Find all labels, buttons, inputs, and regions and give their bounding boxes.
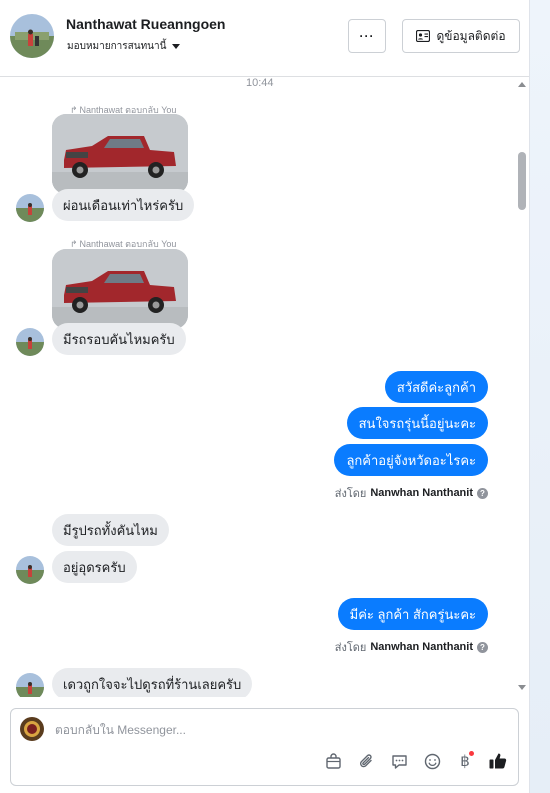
sent-by-line: ส่งโดย Nanwhan Nanthanit ? — [335, 638, 488, 656]
incoming-message[interactable]: มีรูปรถทั้งคันไหม — [52, 514, 169, 546]
message-composer: ฿ — [10, 708, 519, 786]
baht-icon[interactable]: ฿ — [455, 751, 475, 771]
outgoing-message[interactable]: สวัสดีค่ะลูกค้า — [384, 371, 488, 403]
outgoing-message[interactable]: ลูกค้าอยู่จังหวัดอะไรคะ — [334, 444, 488, 476]
sent-by-line: ส่งโดย Nanwhan Nanthanit ? — [335, 484, 488, 502]
reply-input[interactable] — [55, 720, 475, 740]
composer-toolbar: ฿ — [323, 751, 508, 771]
timestamp: 10:44 — [246, 77, 274, 89]
incoming-message[interactable]: อยู่อุดรครับ — [52, 551, 137, 583]
message-thread[interactable]: 10:44 ↱ Nanthawat ตอบกลับ You ผ่อนเดือนเ… — [0, 77, 529, 697]
sent-by-label: ส่งโดย — [334, 642, 367, 654]
view-contact-button[interactable]: ดูข้อมูลติดต่อ — [402, 19, 520, 53]
sender-avatar[interactable] — [16, 556, 44, 584]
reply-arrow-icon: ↱ — [70, 238, 78, 249]
contact-card-icon — [416, 30, 431, 42]
help-icon[interactable]: ? — [477, 641, 488, 653]
paperclip-icon[interactable] — [356, 751, 376, 771]
scroll-up-arrow-icon[interactable] — [518, 82, 526, 87]
contact-avatar[interactable] — [10, 14, 54, 58]
incoming-message[interactable]: มีรถรอบคันไหมครับ — [52, 323, 186, 355]
sender-avatar[interactable] — [16, 194, 44, 222]
sent-by-name: Nanwhan Nanthanit — [370, 641, 473, 653]
sender-avatar[interactable] — [16, 673, 44, 697]
caret-down-icon — [172, 44, 181, 49]
outgoing-message[interactable]: สนใจรถรุ่นนี้อยู่นะคะ — [346, 407, 488, 439]
outgoing-message[interactable]: มีค่ะ ลูกค้า สักครู่นะคะ — [337, 598, 488, 630]
conversation-header: Nanthawat Rueanngoen มอบหมายการสนทนานี้ … — [0, 0, 529, 77]
incoming-message[interactable]: ผ่อนเดือนเท่าไหร่ครับ — [52, 189, 195, 221]
sent-by-name: Nanwhan Nanthanit — [370, 487, 473, 499]
assign-label: มอบหมายการสนทนานี้ — [67, 41, 167, 52]
assign-conversation-dropdown[interactable]: มอบหมายการสนทนานี้ — [67, 39, 181, 54]
thread-scrollbar[interactable] — [515, 77, 529, 697]
scroll-down-arrow-icon[interactable] — [518, 685, 526, 690]
more-options-button[interactable]: ··· — [348, 19, 386, 53]
help-icon[interactable]: ? — [477, 487, 488, 499]
sent-by-label: ส่งโดย — [334, 488, 367, 500]
sender-avatar[interactable] — [16, 328, 44, 356]
incoming-message[interactable]: เดวถูกใจจะไปดูรถที่ร้านเลยครับ — [52, 668, 253, 697]
bag-icon[interactable] — [323, 751, 343, 771]
page-avatar — [20, 717, 44, 741]
contact-name: Nanthawat Rueanngoen — [66, 16, 226, 32]
scroll-thumb[interactable] — [518, 152, 526, 210]
emoji-icon[interactable] — [422, 751, 442, 771]
view-contact-label: ดูข้อมูลติดต่อ — [436, 28, 506, 43]
saved-reply-icon[interactable] — [389, 751, 409, 771]
thumbs-up-icon[interactable] — [488, 751, 508, 771]
side-panel-edge — [529, 0, 550, 793]
car-photo-attachment[interactable] — [52, 114, 188, 194]
car-photo-attachment[interactable] — [52, 249, 188, 329]
notification-dot — [469, 751, 474, 756]
